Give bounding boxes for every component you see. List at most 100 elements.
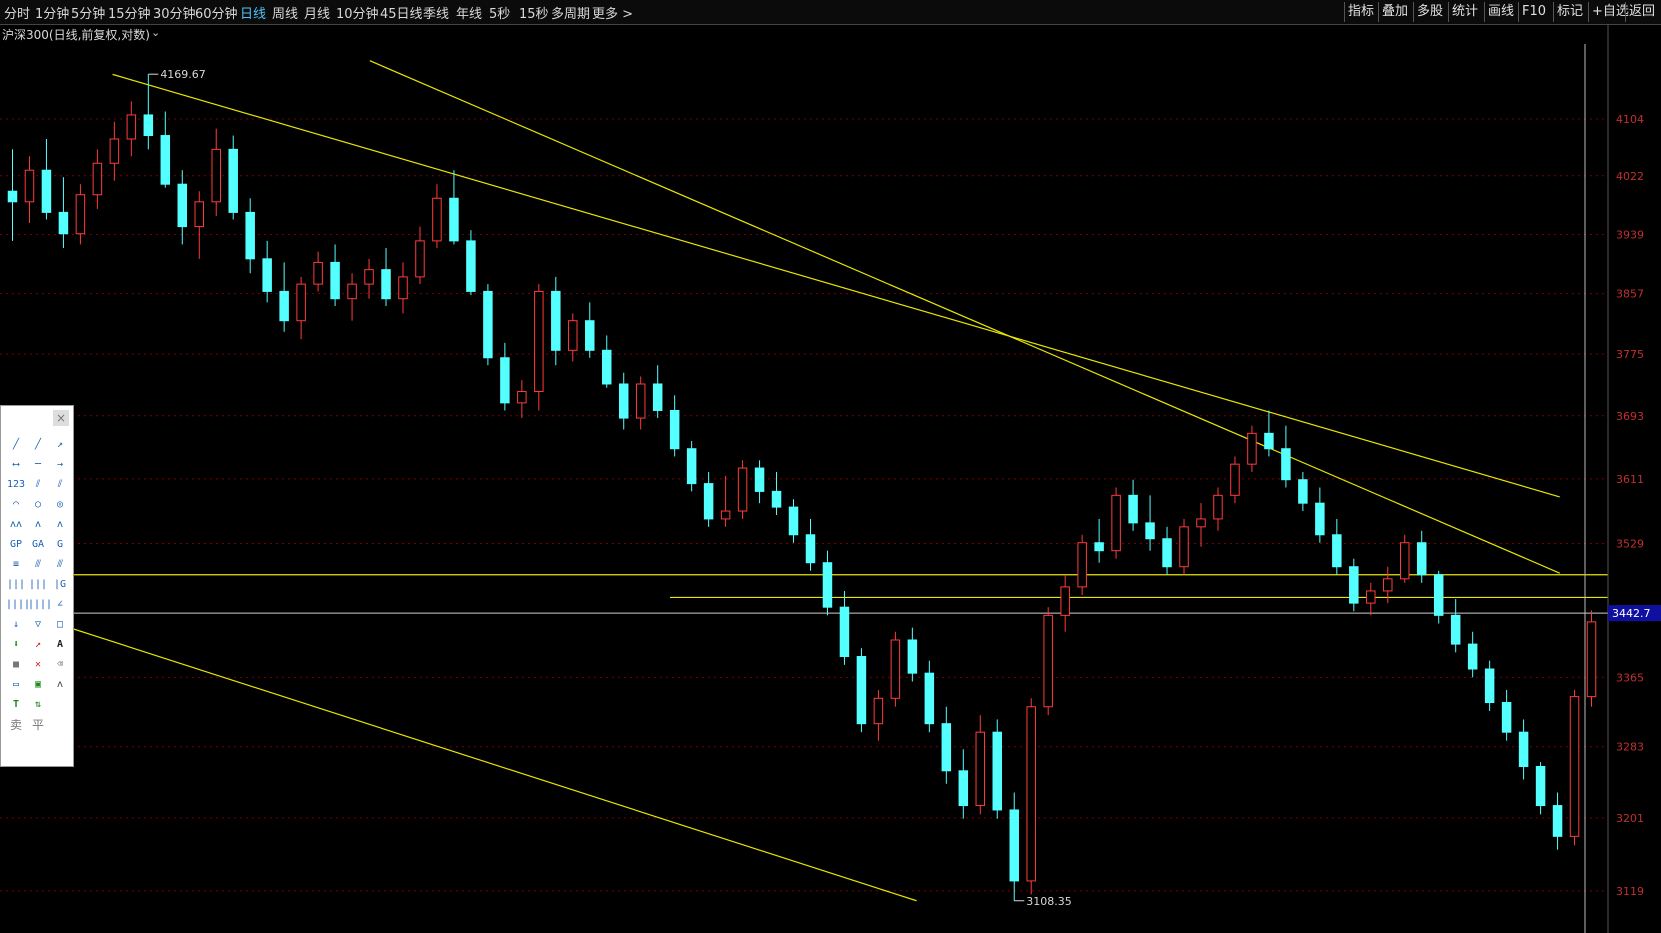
text-flag-icon[interactable]: T <box>6 696 26 714</box>
candlestick-series <box>7 74 1597 901</box>
candle-body <box>534 290 544 393</box>
candle-body <box>24 169 35 203</box>
candle-body <box>432 197 442 242</box>
candle-body <box>347 283 357 300</box>
ray-icon[interactable]: ↗ <box>50 436 70 454</box>
ruler-icon[interactable]: ▭ <box>6 676 26 694</box>
candle-body <box>1569 696 1580 837</box>
cycle-line-icon[interactable]: |||| <box>6 596 30 614</box>
y-tick-label: 3529 <box>1616 538 1644 551</box>
chevron-down-icon[interactable]: ⌄ <box>151 26 160 39</box>
candle-body <box>1281 448 1291 481</box>
rectangle-icon[interactable]: □ <box>50 616 70 634</box>
horizontal-segment-icon[interactable]: ⟷ <box>6 456 26 474</box>
candle-body <box>262 258 272 292</box>
cycle-circle-icon[interactable]: ◎ <box>50 496 70 514</box>
gann-angle-icon[interactable]: GA <box>28 536 48 554</box>
triangle-icon[interactable]: ▽ <box>28 616 48 634</box>
time-zone-icon[interactable]: |G <box>50 576 70 594</box>
price-chart[interactable]: 4169.67 3108.35 4104 4022 3939 3857 3775 3693 3… <box>0 0 1661 933</box>
wave-icon[interactable]: ʌʌ <box>6 516 26 534</box>
candle-body <box>1400 542 1410 580</box>
candle-body <box>941 723 952 772</box>
candle-body <box>1026 706 1036 882</box>
candle-body <box>313 261 323 285</box>
price-mark-icon[interactable]: ↗ <box>28 636 48 654</box>
arc-icon[interactable]: ◠ <box>6 496 26 514</box>
image-icon[interactable]: ▣ <box>28 676 48 694</box>
candle-body <box>737 467 748 512</box>
up-down-arrow-icon[interactable]: ⇅ <box>28 696 48 714</box>
candle-body <box>109 138 120 164</box>
candle-body <box>211 148 221 203</box>
eraser-icon[interactable]: ⌫ <box>50 656 70 674</box>
sell-label[interactable]: 卖 <box>6 716 26 734</box>
candle-body <box>602 349 612 385</box>
candle-body <box>975 731 986 807</box>
candle-body <box>1111 494 1121 552</box>
candle-body <box>1535 765 1546 807</box>
candle-body <box>449 197 459 242</box>
y-tick-label: 3775 <box>1616 348 1644 361</box>
gann-price-icon[interactable]: GP <box>6 536 26 554</box>
candle-body <box>1552 805 1563 837</box>
candle-body <box>1145 522 1155 540</box>
y-tick-label: 3119 <box>1616 885 1644 898</box>
candle-body <box>771 490 782 508</box>
flat-label[interactable]: 平 <box>28 716 48 734</box>
line-segment-icon[interactable]: ╱ <box>6 436 26 454</box>
close-icon[interactable]: × <box>53 410 69 426</box>
time-cycle-icon[interactable]: ||| <box>6 576 26 594</box>
candle-body <box>245 211 255 260</box>
candle-body <box>1128 494 1138 524</box>
candle-body <box>1484 668 1495 704</box>
candle-body <box>1298 479 1308 504</box>
candle-body <box>58 211 69 235</box>
y-tick-label: 3611 <box>1616 473 1644 486</box>
candle-body <box>228 148 238 213</box>
candle-body <box>1009 809 1019 882</box>
zigzag-icon[interactable]: ʌ <box>28 516 48 534</box>
chart-title: 沪深300(日线,前复权,对数) <box>2 28 150 42</box>
line-icon[interactable]: ╱ <box>28 436 48 454</box>
y-tick-label: 3283 <box>1616 741 1644 754</box>
horizontal-ray-icon[interactable]: → <box>50 456 70 474</box>
candle-body <box>517 391 527 404</box>
arrow-down-icon[interactable]: ↓ <box>6 616 26 634</box>
candle-body <box>1433 574 1444 616</box>
speed-line-icon[interactable]: ⫻ <box>50 556 70 574</box>
trend-icon[interactable]: ʌ <box>50 676 70 694</box>
fibonacci-time-icon[interactable]: ||| <box>28 576 48 594</box>
channel-icon[interactable]: ⫽ <box>50 476 70 494</box>
parallel-channel-icon[interactable]: ⫽ <box>28 476 48 494</box>
delete-icon[interactable]: ✕ <box>28 656 48 674</box>
horizontal-line-icon[interactable]: ─ <box>28 456 48 474</box>
wave-count-icon[interactable]: 123 <box>6 476 26 494</box>
candle-body <box>669 409 680 450</box>
text-tool-icon[interactable]: A <box>50 636 70 654</box>
fibonacci-icon[interactable]: ≡ <box>6 556 26 574</box>
square-icon[interactable]: ■ <box>6 656 26 674</box>
candle-body <box>652 383 663 411</box>
candle-body <box>1196 518 1206 528</box>
candle-body <box>958 770 969 807</box>
candle-body <box>618 383 629 419</box>
low-label: 3108.35 <box>1026 895 1072 908</box>
candle-body <box>1349 566 1359 604</box>
candle-body <box>1416 542 1427 576</box>
candle-body <box>7 190 18 203</box>
buy-arrow-icon[interactable]: ⬇ <box>6 636 26 654</box>
gann-grid-icon[interactable]: G <box>50 536 70 554</box>
candle-body <box>873 697 884 725</box>
candle-body <box>296 283 306 322</box>
fan-icon[interactable]: ⫻ <box>28 556 48 574</box>
cycle-icon[interactable]: |||| <box>28 596 52 614</box>
candle-body <box>1230 463 1240 496</box>
pattern-icon[interactable]: ʌ <box>50 516 70 534</box>
circle-icon[interactable]: ○ <box>28 496 48 514</box>
candle-body <box>1094 542 1104 552</box>
angle-icon[interactable]: ∠ <box>50 596 70 614</box>
candle-body <box>1366 590 1376 604</box>
candle-body <box>551 290 561 351</box>
candle-body <box>1518 731 1529 767</box>
